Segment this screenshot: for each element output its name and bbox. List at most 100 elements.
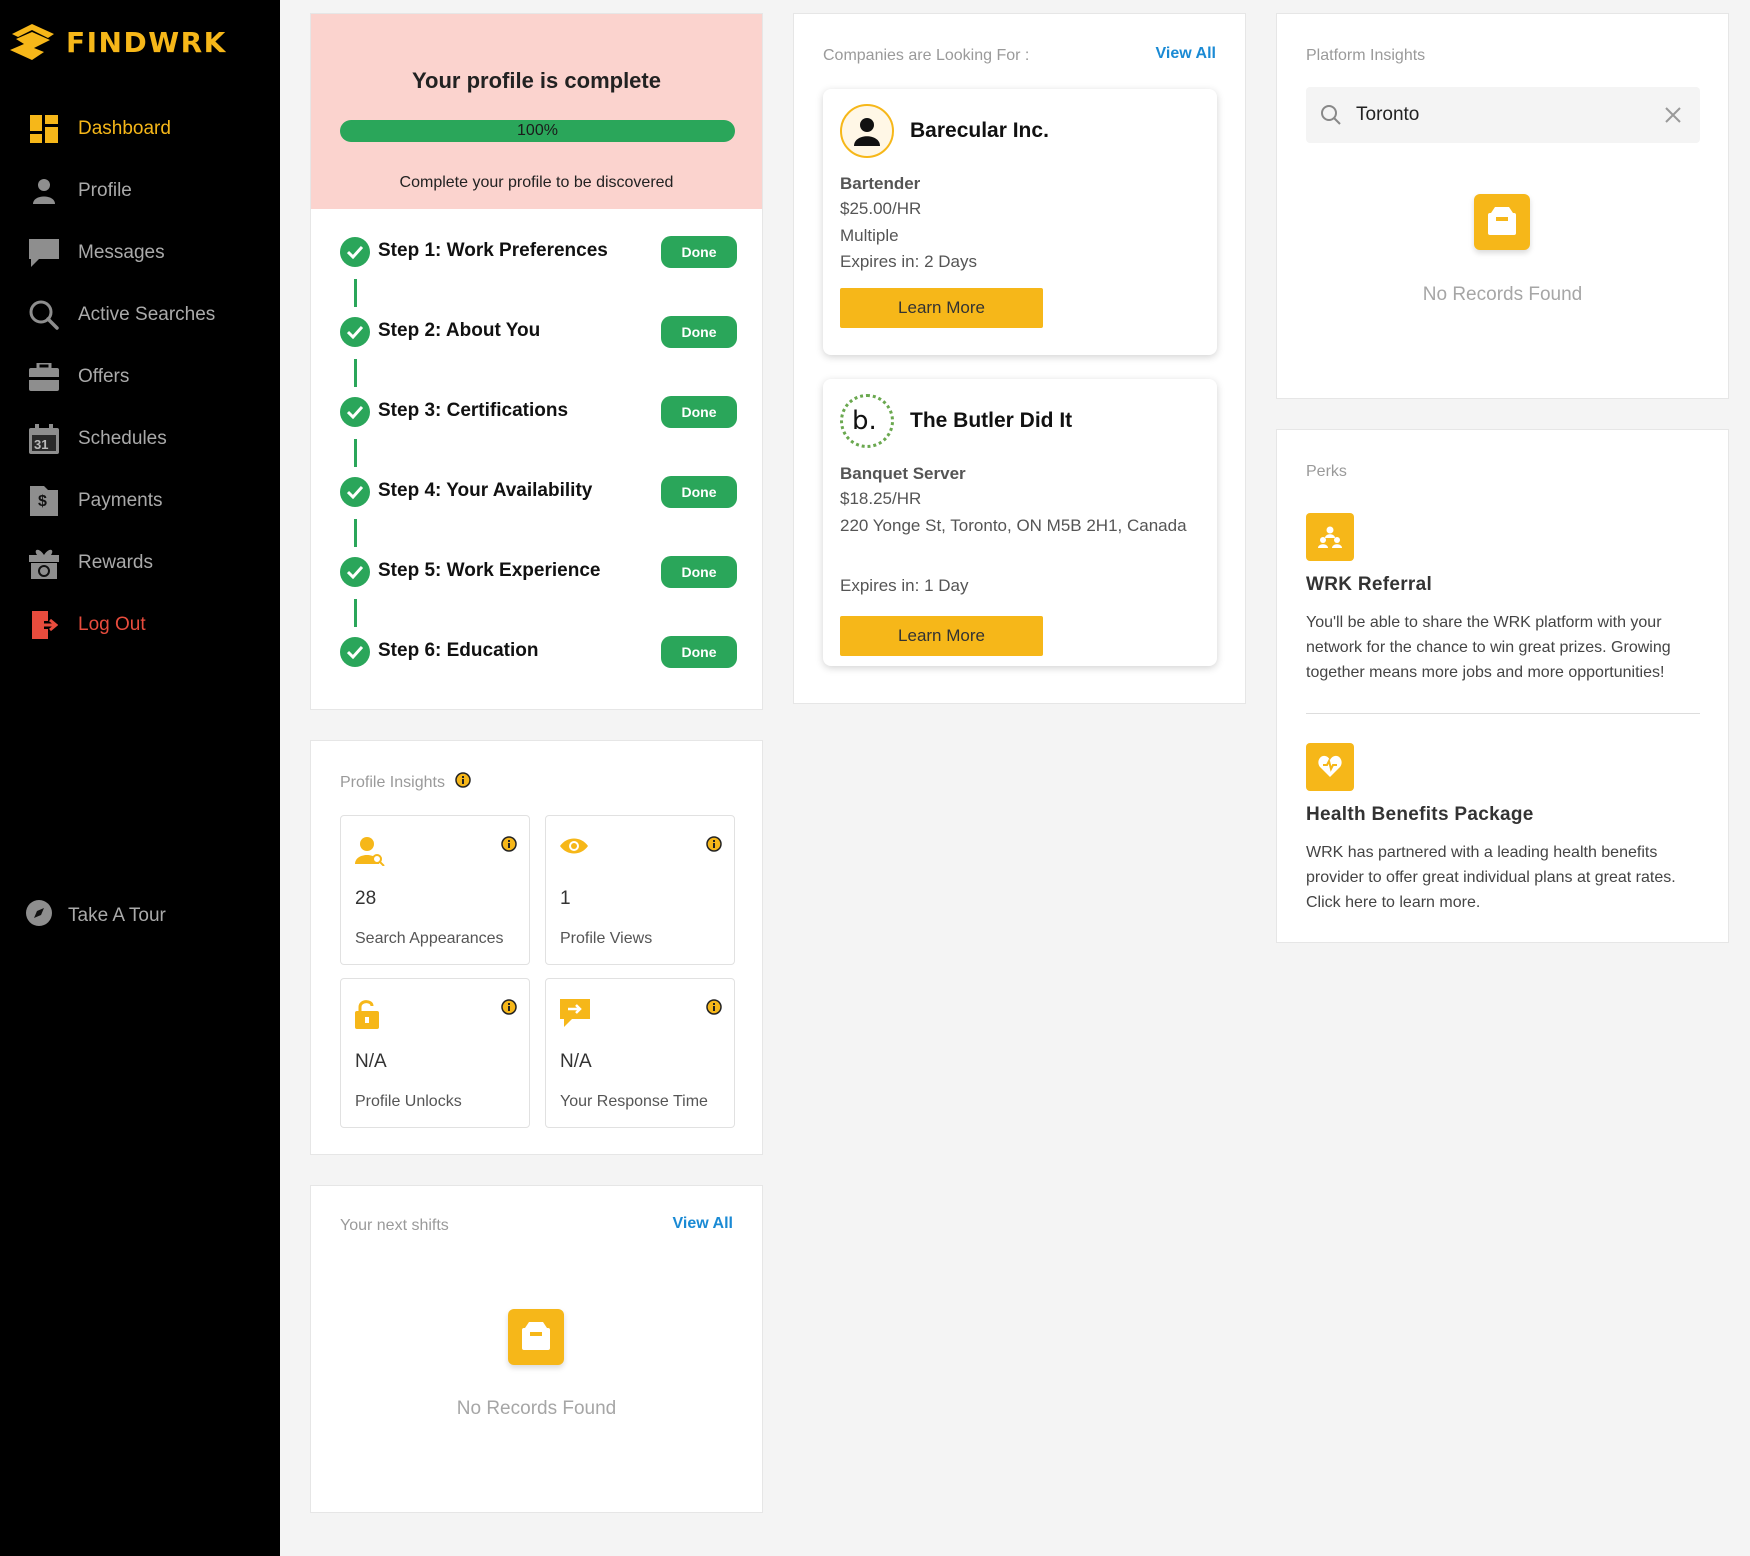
step-availability[interactable]: Step 4: Your Availability Done: [340, 476, 737, 508]
gift-icon: [28, 547, 60, 579]
calendar-day-text: 31: [34, 437, 49, 452]
next-shifts-title: Your next shifts: [340, 1217, 449, 1234]
insight-label: Profile Unlocks: [355, 1093, 462, 1110]
done-badge: Done: [661, 556, 737, 588]
insight-tile-response-time[interactable]: N/A Your Response Time: [545, 978, 735, 1128]
perk-divider: [1306, 713, 1700, 714]
companies-view-all-link[interactable]: View All: [1156, 45, 1216, 63]
perk-title[interactable]: Health Benefits Package: [1306, 804, 1534, 826]
search-icon: [28, 299, 60, 331]
sidebar-item-logout[interactable]: Log Out: [0, 594, 280, 656]
job-card[interactable]: b. The Butler Did It Banquet Server $18.…: [823, 379, 1217, 666]
insight-tile-search-appearances[interactable]: 28 Search Appearances: [340, 815, 530, 965]
sidebar-item-label: Schedules: [78, 428, 167, 449]
clear-icon[interactable]: [1664, 106, 1682, 129]
done-badge: Done: [661, 236, 737, 268]
profile-insights-header: Profile Insights: [340, 772, 471, 793]
profile-insights-card: Profile Insights 28 Search Appearances 1…: [310, 740, 763, 1155]
perk-description[interactable]: WRK has partnered with a leading health …: [1306, 840, 1706, 915]
empty-state-text: No Records Found: [1422, 284, 1583, 305]
user-icon: [28, 175, 60, 207]
step-about-you[interactable]: Step 2: About You Done: [340, 316, 737, 348]
step-work-preferences[interactable]: Step 1: Work Preferences Done: [340, 236, 737, 268]
insight-tile-profile-unlocks[interactable]: N/A Profile Unlocks: [340, 978, 530, 1128]
shifts-view-all-link[interactable]: View All: [673, 1215, 733, 1233]
learn-more-button[interactable]: Learn More: [840, 616, 1043, 656]
profile-status-subtitle: Complete your profile to be discovered: [399, 174, 674, 191]
step-certifications[interactable]: Step 3: Certifications Done: [340, 396, 737, 428]
perks-title: Perks: [1306, 463, 1347, 480]
sidebar-item-dashboard[interactable]: Dashboard: [0, 98, 280, 160]
insight-label: Search Appearances: [355, 930, 504, 947]
company-name: Barecular Inc.: [910, 119, 1049, 142]
check-icon: [340, 397, 370, 427]
step-connector: [354, 279, 357, 307]
check-icon: [340, 557, 370, 587]
profile-completion-card: Your profile is complete 100% Complete y…: [310, 13, 763, 710]
platform-insights-card: Platform Insights Toronto No Records Fou…: [1276, 13, 1729, 399]
sidebar-item-label: Payments: [78, 490, 163, 511]
person-search-icon: [355, 836, 385, 871]
empty-state-text: No Records Found: [456, 1398, 617, 1419]
learn-more-button[interactable]: Learn More: [840, 288, 1043, 328]
job-expiry: Expires in: 1 Day: [840, 576, 969, 595]
done-badge: Done: [661, 636, 737, 668]
profile-status-banner: Your profile is complete 100% Complete y…: [311, 14, 762, 209]
unlock-icon: [355, 999, 379, 1034]
job-card[interactable]: Barecular Inc. Bartender $25.00/HR Multi…: [823, 89, 1217, 355]
job-role: Bartender: [840, 174, 921, 193]
perks-card: Perks WRK Referral You'll be able to sha…: [1276, 429, 1729, 943]
sidebar-item-label: Rewards: [78, 552, 153, 573]
company-name: The Butler Did It: [910, 409, 1073, 432]
info-icon[interactable]: [706, 836, 722, 852]
step-education[interactable]: Step 6: Education Done: [340, 636, 737, 668]
info-icon[interactable]: [501, 999, 517, 1015]
done-badge: Done: [661, 476, 737, 508]
check-icon: [340, 317, 370, 347]
empty-box-icon: [1474, 194, 1530, 250]
sidebar-item-payments[interactable]: $ Payments: [0, 470, 280, 532]
perk-title[interactable]: WRK Referral: [1306, 574, 1432, 596]
sidebar-item-label: Messages: [78, 242, 165, 263]
platform-search-input[interactable]: Toronto: [1306, 87, 1700, 143]
step-connector: [354, 599, 357, 627]
info-icon[interactable]: [501, 836, 517, 852]
sidebar-item-active-searches[interactable]: Active Searches: [0, 284, 280, 346]
take-a-tour-link[interactable]: Take A Tour: [26, 900, 166, 931]
profile-insights-title: Profile Insights: [340, 773, 445, 791]
info-icon[interactable]: [706, 999, 722, 1015]
findwrk-logo[interactable]: FINDWRK: [10, 22, 227, 62]
sidebar-item-label: Offers: [78, 366, 130, 387]
company-avatar: [840, 104, 894, 158]
sidebar-item-messages[interactable]: Messages: [0, 222, 280, 284]
dashboard-icon: [28, 113, 60, 145]
insight-tile-profile-views[interactable]: 1 Profile Views: [545, 815, 735, 965]
check-icon: [340, 637, 370, 667]
step-connector: [354, 439, 357, 467]
step-label: Step 3: Certifications: [378, 400, 569, 421]
logout-icon: [28, 609, 60, 641]
step-label: Step 4: Your Availability: [378, 480, 593, 501]
sidebar-item-schedules[interactable]: 31 Schedules: [0, 408, 280, 470]
job-rate: $18.25/HR: [840, 489, 922, 508]
step-work-experience[interactable]: Step 5: Work Experience Done: [340, 556, 737, 588]
calendar-icon: 31: [28, 423, 60, 455]
companies-looking-card: Companies are Looking For : View All Bar…: [793, 13, 1246, 704]
step-label: Step 5: Work Experience: [378, 560, 601, 581]
check-icon: [340, 237, 370, 267]
job-expiry: Expires in: 2 Days: [840, 252, 977, 271]
sidebar-item-rewards[interactable]: Rewards: [0, 532, 280, 594]
sidebar-item-offers[interactable]: Offers: [0, 346, 280, 408]
company-logo-text: b.: [852, 406, 877, 436]
sidebar-item-profile[interactable]: Profile: [0, 160, 280, 222]
company-avatar: b.: [840, 394, 894, 448]
job-location: 220 Yonge St, Toronto, ON M5B 2H1, Canad…: [840, 516, 1187, 535]
insight-label: Profile Views: [560, 930, 653, 947]
companies-title: Companies are Looking For :: [823, 47, 1030, 64]
step-label: Step 2: About You: [378, 320, 541, 341]
briefcase-icon: [28, 361, 60, 393]
profile-progress-bar: 100%: [340, 120, 735, 142]
take-a-tour-label: Take A Tour: [68, 904, 166, 926]
dollar-sign-text: $: [38, 493, 47, 510]
info-icon[interactable]: [455, 772, 471, 793]
